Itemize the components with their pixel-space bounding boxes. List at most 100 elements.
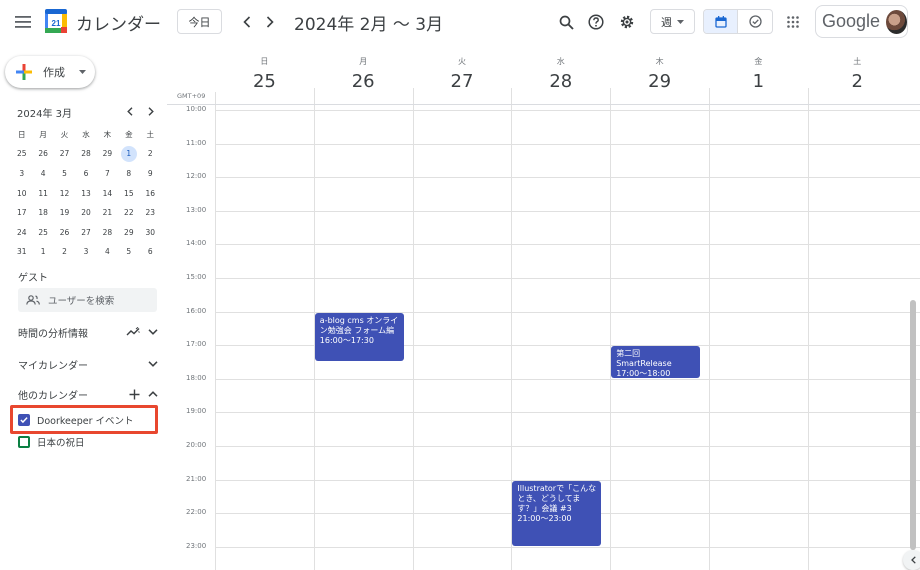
day-column-header[interactable]: 火 27 — [413, 44, 512, 104]
mini-day[interactable]: 22 — [118, 205, 139, 221]
mini-day[interactable]: 16 — [140, 186, 161, 202]
add-icon[interactable] — [129, 389, 140, 400]
mini-day[interactable]: 9 — [140, 166, 161, 182]
mini-day[interactable]: 19 — [54, 205, 75, 221]
calendar-item-label: 日本の祝日 — [37, 438, 85, 449]
day-column-header[interactable]: 土2 — [808, 44, 907, 104]
mini-day[interactable]: 3 — [75, 244, 96, 260]
mini-calendar-week: 3 4 5 6 7 8 9 — [11, 164, 161, 184]
mini-day[interactable]: 20 — [75, 205, 96, 221]
google-account-button[interactable]: Google — [815, 5, 908, 38]
mini-day[interactable]: 6 — [75, 166, 96, 182]
day-number[interactable]: 28 — [511, 71, 610, 92]
mini-day[interactable]: 8 — [118, 166, 139, 182]
calendar-event[interactable]: a-blog cms オンライン勉強会 フォーム編 16:00〜17:30 — [314, 312, 404, 361]
mini-calendar-week: 25 26 27 28 29 1 2 — [11, 145, 161, 165]
mini-day[interactable]: 26 — [54, 225, 75, 241]
tasks-view-button[interactable] — [738, 10, 772, 33]
calendar-item-japan-holidays[interactable]: 日本の祝日 — [18, 433, 158, 451]
mini-day[interactable]: 1 — [32, 244, 53, 260]
day-number[interactable]: 27 — [413, 71, 512, 92]
other-calendars-label: 他のカレンダー — [18, 390, 88, 402]
day-column-header[interactable]: 月 26 — [314, 44, 413, 104]
mini-day[interactable]: 4 — [97, 244, 118, 260]
day-number[interactable]: 1 — [709, 71, 808, 92]
mini-calendar-next-button[interactable] — [143, 103, 159, 119]
mini-day[interactable]: 26 — [32, 146, 53, 162]
mini-day[interactable]: 29 — [97, 146, 118, 162]
calendar-logo-icon[interactable]: 21 — [45, 9, 67, 33]
day-number[interactable]: 2 — [808, 71, 907, 92]
app-title: カレンダー — [76, 15, 161, 35]
day-column-header[interactable]: 水 28 — [511, 44, 610, 104]
mini-day[interactable]: 5 — [118, 244, 139, 260]
mini-day[interactable]: 2 — [140, 146, 161, 162]
analytics-section[interactable]: 時間の分析情報 — [18, 322, 158, 342]
mini-day[interactable]: 27 — [75, 225, 96, 241]
mini-day[interactable]: 25 — [32, 225, 53, 241]
mini-day[interactable]: 2 — [54, 244, 75, 260]
day-number[interactable]: 25 — [215, 71, 314, 92]
mini-day[interactable]: 14 — [97, 186, 118, 202]
next-week-button[interactable] — [256, 8, 284, 36]
mini-day[interactable]: 27 — [54, 146, 75, 162]
other-calendars-section[interactable]: 他のカレンダー — [18, 384, 158, 404]
calendar-checkbox[interactable] — [18, 436, 30, 448]
help-button[interactable] — [582, 8, 610, 36]
mini-day[interactable]: 21 — [97, 205, 118, 221]
calendar-view-button[interactable] — [704, 10, 739, 33]
my-calendars-section[interactable]: マイカレンダー — [18, 354, 158, 374]
mini-day[interactable]: 23 — [140, 205, 161, 221]
timezone-label: GMT+09 — [177, 92, 206, 100]
day-name: 火 — [457, 57, 466, 66]
mini-day[interactable]: 25 — [11, 146, 32, 162]
mini-day[interactable]: 4 — [32, 166, 53, 182]
day-number[interactable]: 29 — [610, 71, 709, 92]
mini-day[interactable]: 6 — [140, 244, 161, 260]
day-column-header[interactable]: 木 29 — [610, 44, 709, 104]
calendar-tasks-toggle — [703, 9, 773, 34]
avatar[interactable] — [886, 9, 907, 34]
day-column-header[interactable]: 金1 — [709, 44, 808, 104]
mini-day[interactable]: 24 — [11, 225, 32, 241]
search-button[interactable] — [552, 8, 580, 36]
logo-day: 21 — [52, 19, 61, 28]
mini-weekday: 金 — [125, 129, 133, 139]
calendar-event[interactable]: Illustratorで「こんなとき、どうしてます？」会議 #3 21:00〜23… — [512, 480, 602, 546]
hour-label: 19:00 — [186, 407, 207, 416]
chevron-right-icon — [148, 106, 154, 116]
main-menu-button[interactable] — [9, 8, 37, 36]
chevron-up-icon[interactable] — [148, 391, 158, 397]
mini-day[interactable]: 13 — [75, 186, 96, 202]
view-selector[interactable]: 週 — [650, 9, 695, 34]
google-apps-button[interactable] — [779, 8, 807, 36]
day-column-divider — [709, 88, 710, 570]
mini-day[interactable]: 7 — [97, 166, 118, 182]
mini-day[interactable]: 28 — [75, 146, 96, 162]
day-column-header[interactable]: 日 25 — [215, 44, 314, 104]
settings-button[interactable] — [613, 8, 641, 36]
grid-scrollbar[interactable] — [910, 300, 916, 550]
today-button[interactable]: 今日 — [177, 9, 222, 34]
mini-day[interactable]: 15 — [118, 186, 139, 202]
mini-day[interactable]: 5 — [54, 166, 75, 182]
side-panel-toggle[interactable] — [903, 550, 920, 570]
mini-day-selected[interactable]: 1 — [118, 146, 139, 163]
mini-day[interactable]: 30 — [140, 225, 161, 241]
mini-day[interactable]: 18 — [32, 205, 53, 221]
chevron-right-icon — [266, 16, 274, 28]
mini-calendar-previous-button[interactable] — [122, 103, 138, 119]
mini-day[interactable]: 12 — [54, 186, 75, 202]
mini-day[interactable]: 28 — [97, 225, 118, 241]
day-number[interactable]: 26 — [314, 71, 413, 92]
mini-day[interactable]: 31 — [11, 244, 32, 260]
calendar-event[interactable]: 第二回 SmartRelease 17:00〜18:00 — [611, 346, 701, 378]
create-button[interactable]: 作成 — [5, 56, 95, 88]
day-column-divider — [807, 88, 809, 570]
mini-day[interactable]: 10 — [11, 186, 32, 202]
mini-day[interactable]: 29 — [118, 225, 139, 241]
guest-search-input[interactable]: ユーザーを検索 — [18, 288, 157, 312]
mini-day[interactable]: 3 — [11, 166, 32, 182]
mini-day[interactable]: 17 — [11, 205, 32, 221]
mini-day[interactable]: 11 — [32, 186, 53, 202]
